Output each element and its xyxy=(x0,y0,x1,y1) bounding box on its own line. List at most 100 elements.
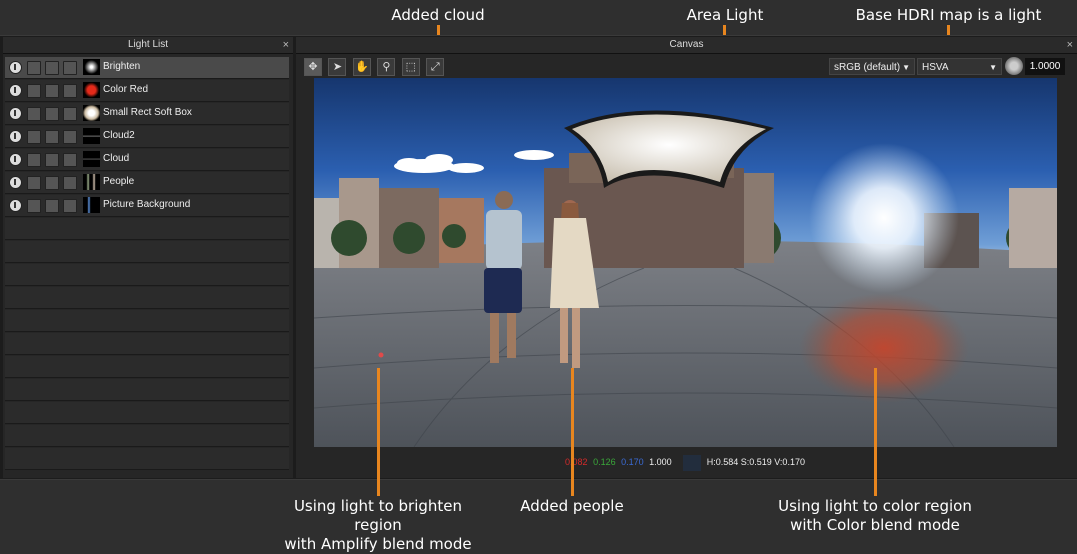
light-item-cloud[interactable]: Cloud xyxy=(5,149,289,171)
light-item-color-red[interactable]: Color Red xyxy=(5,80,289,102)
light-label: Cloud2 xyxy=(103,130,135,141)
light-label: Small Rect Soft Box xyxy=(103,107,192,118)
light-label: Picture Background xyxy=(103,199,191,210)
solo-toggle[interactable] xyxy=(27,199,41,213)
light-label: Brighten xyxy=(103,61,141,72)
color-space-select[interactable]: sRGB (default) ▼ xyxy=(829,58,915,75)
light-thumbnail xyxy=(83,151,100,167)
light-thumbnail xyxy=(83,174,100,190)
power-icon[interactable] xyxy=(9,153,22,166)
alpha-value: 1.000 xyxy=(649,457,672,467)
light-rows: Brighten Color Red Small Rect Soft Box C… xyxy=(5,57,289,471)
color-mode-select[interactable]: HSVA ▼ xyxy=(917,58,1002,75)
callout-arrow xyxy=(377,368,380,496)
select-arrow-icon[interactable]: ➤ xyxy=(328,58,347,76)
move-icon[interactable]: ✥ xyxy=(304,58,322,76)
power-icon[interactable] xyxy=(9,176,22,189)
lock-toggle[interactable] xyxy=(63,84,77,98)
callout-brighten-region: Using light to brighten region with Ampl… xyxy=(284,497,472,553)
empty-row xyxy=(5,333,289,355)
callout-arrow xyxy=(874,368,877,496)
select-toggle[interactable] xyxy=(45,176,59,190)
callout-added-cloud: Added cloud xyxy=(391,6,485,24)
solo-toggle[interactable] xyxy=(27,84,41,98)
empty-row xyxy=(5,218,289,240)
power-icon[interactable] xyxy=(9,199,22,212)
solo-toggle[interactable] xyxy=(27,176,41,190)
lock-toggle[interactable] xyxy=(63,176,77,190)
callout-color-region: Using light to color region with Color b… xyxy=(778,497,972,534)
added-cloud xyxy=(394,150,554,173)
solo-toggle[interactable] xyxy=(27,107,41,121)
pan-hand-icon[interactable]: ✋ xyxy=(352,58,371,76)
lock-toggle[interactable] xyxy=(63,153,77,167)
color-space-value: sRGB (default) xyxy=(834,62,901,73)
select-toggle[interactable] xyxy=(45,84,59,98)
empty-row xyxy=(5,264,289,286)
color-mode-value: HSVA xyxy=(922,62,949,73)
canvas-title: Canvas xyxy=(669,39,704,50)
light-item-picture-background[interactable]: Picture Background xyxy=(5,195,289,217)
power-icon[interactable] xyxy=(9,84,22,97)
pixel-status-bar: 0.082 0.126 0.170 1.000 H:0.584 S:0.519 … xyxy=(296,449,1077,475)
brighten-point xyxy=(378,352,384,358)
callout-arrow xyxy=(571,368,574,496)
lock-toggle[interactable] xyxy=(63,107,77,121)
select-toggle[interactable] xyxy=(45,61,59,75)
zoom-icon[interactable]: ⚲ xyxy=(377,58,396,76)
canvas-header: Canvas × xyxy=(296,37,1077,54)
exposure-field[interactable]: 1.0000 xyxy=(1025,58,1065,75)
canvas-panel: Canvas × ✥ ➤ ✋ ⚲ ⬚ ⤢ sRGB (default) ▼ HS… xyxy=(296,37,1077,478)
light-thumbnail xyxy=(83,59,100,75)
empty-row xyxy=(5,356,289,378)
light-thumbnail xyxy=(83,128,100,144)
callout-area-light: Area Light xyxy=(686,6,764,24)
empty-row xyxy=(5,241,289,263)
exposure-icon[interactable] xyxy=(1005,57,1023,75)
red-value: 0.082 xyxy=(565,457,588,467)
callout-base-hdri: Base HDRI map is a light xyxy=(855,6,1042,24)
empty-row xyxy=(5,448,289,470)
light-label: People xyxy=(103,176,135,187)
green-value: 0.126 xyxy=(593,457,616,467)
power-icon[interactable] xyxy=(9,61,22,74)
canvas-toolbar: ✥ ➤ ✋ ⚲ ⬚ ⤢ xyxy=(304,58,446,76)
chevron-down-icon: ▼ xyxy=(902,63,910,72)
zoom-region-icon[interactable]: ⬚ xyxy=(401,58,420,76)
close-icon[interactable]: × xyxy=(1067,37,1073,53)
light-thumbnail xyxy=(83,82,100,98)
select-toggle[interactable] xyxy=(45,107,59,121)
light-item-people[interactable]: People xyxy=(5,172,289,194)
solo-toggle[interactable] xyxy=(27,130,41,144)
select-toggle[interactable] xyxy=(45,153,59,167)
lock-toggle[interactable] xyxy=(63,130,77,144)
light-item-cloud2[interactable]: Cloud2 xyxy=(5,126,289,148)
select-toggle[interactable] xyxy=(45,199,59,213)
power-icon[interactable] xyxy=(9,107,22,120)
lock-toggle[interactable] xyxy=(63,61,77,75)
close-icon[interactable]: × xyxy=(283,37,289,53)
light-item-small-rect-soft-box[interactable]: Small Rect Soft Box xyxy=(5,103,289,125)
color-swatch xyxy=(683,454,702,471)
empty-row xyxy=(5,287,289,309)
hdri-viewport[interactable] xyxy=(314,78,1057,447)
light-item-brighten[interactable]: Brighten xyxy=(5,57,289,79)
lock-toggle[interactable] xyxy=(63,199,77,213)
light-list-header: Light List × xyxy=(3,37,293,54)
hsv-readout: H:0.584 S:0.519 V:0.170 xyxy=(706,457,805,467)
color-red-glow xyxy=(799,293,969,403)
empty-row xyxy=(5,310,289,332)
chevron-down-icon: ▼ xyxy=(989,63,997,72)
light-thumbnail xyxy=(83,105,100,121)
hdri-scene xyxy=(314,110,1057,447)
editor-app: Light List × Brighten Color Red Small Re… xyxy=(0,35,1077,480)
light-list-panel: Light List × Brighten Color Red Small Re… xyxy=(3,37,293,478)
light-list-title: Light List xyxy=(127,39,169,50)
empty-row xyxy=(5,379,289,401)
solo-toggle[interactable] xyxy=(27,153,41,167)
callout-added-people: Added people xyxy=(520,497,624,515)
select-toggle[interactable] xyxy=(45,130,59,144)
zoom-fit-icon[interactable]: ⤢ xyxy=(426,58,445,76)
solo-toggle[interactable] xyxy=(27,61,41,75)
power-icon[interactable] xyxy=(9,130,22,143)
